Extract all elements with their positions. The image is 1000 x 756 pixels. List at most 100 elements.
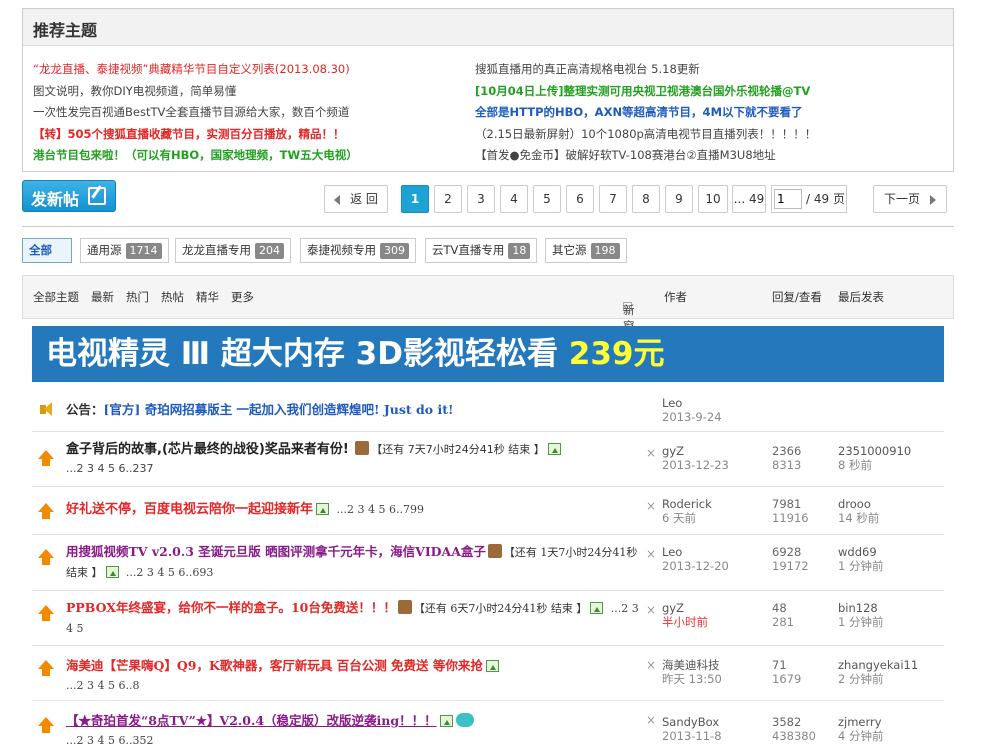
filter-hot-posts[interactable]: 热帖 <box>161 289 184 305</box>
recommended-link[interactable]: 港台节目包来啦！（可以有HBO，国家地理频，TW五大电视） <box>33 145 473 167</box>
last-author[interactable]: zhangyekai11 <box>838 658 918 672</box>
image-attachment-icon <box>105 566 119 578</box>
thread-title[interactable]: 【★奇珀首发“8点TV”★】V2.0.4（稳定版）改版逆袭ing！！！ ...2… <box>66 711 641 750</box>
recommended-link[interactable]: 【首发●免金币】破解好软TV-108赛港台②直播M3U8地址 <box>475 145 915 167</box>
thread-title[interactable]: PPBOX年终盛宴，给你不一样的盒子。10台免费送！！！ 【还有 6天7小时24分… <box>66 598 641 638</box>
thread-stats: 7981 11916 <box>772 497 809 525</box>
thread-title-text: 海美迪【芒果嗨Q】Q9，K歌神器，客厅新玩具 百台公测 免费送 等你来抢 <box>66 658 483 673</box>
tab-label: 泰捷视频专用 <box>307 243 376 257</box>
thread-pages[interactable]: ...2 3 4 5 6..693 <box>126 566 213 579</box>
last-time[interactable]: 2 分钟前 <box>838 672 918 686</box>
tab-general-source[interactable]: 通用源 1714 <box>80 238 169 263</box>
author-name[interactable]: gyZ <box>662 601 708 615</box>
page-link-2[interactable]: 2 <box>434 185 462 213</box>
filter-all-topics[interactable]: 全部主题 <box>33 289 79 305</box>
thread-author: Roderick 6 天前 <box>662 497 712 525</box>
tab-all[interactable]: 全部 <box>22 238 72 263</box>
last-author[interactable]: drooo <box>838 497 879 511</box>
thread-pages[interactable]: ...2 3 4 5 6..352 <box>66 734 153 747</box>
page-number-input[interactable] <box>774 189 802 209</box>
close-icon[interactable]: × <box>646 713 656 727</box>
back-button[interactable]: 返 回 <box>324 185 388 213</box>
table-row: 用搜狐视频TV v2.0.3 圣诞元旦版 晒图评测拿千元年卡，海信VIDAA盒子… <box>32 535 944 591</box>
filter-hot[interactable]: 热门 <box>126 289 149 305</box>
last-author[interactable]: 2351000910 <box>838 444 911 458</box>
author-time: 2013-9-24 <box>662 410 722 424</box>
tab-count: 204 <box>255 243 284 259</box>
thread-title[interactable]: 好礼送不停，百度电视云陪你一起迎接新年 ...2 3 4 5 6..799 <box>66 500 641 519</box>
table-row: 好礼送不停，百度电视云陪你一起迎接新年 ...2 3 4 5 6..799 × … <box>32 487 944 535</box>
page-link-9[interactable]: 9 <box>665 185 693 213</box>
last-author[interactable]: wdd69 <box>838 545 883 559</box>
thread-pages[interactable]: ...2 3 4 5 6..237 <box>66 462 153 475</box>
author-name[interactable]: Leo <box>662 396 722 410</box>
recommended-right-list: 搜狐直播用的真正高清规格电视台 5.18更新 [10月04日上传]整理实测可用央… <box>475 59 915 167</box>
recommended-link[interactable]: （2.15日最新屏射）10个1080p高清电视节目直播列表！！！！！ <box>475 124 915 146</box>
page-link-last[interactable]: ... 49 <box>732 185 766 213</box>
page-link-8[interactable]: 8 <box>632 185 660 213</box>
author-name[interactable]: gyZ <box>662 444 729 458</box>
page-jump: / 49 页 <box>771 185 847 213</box>
recommended-link[interactable]: [10月04日上传]整理实测可用央视卫视港澳台国外乐视轮播@TV <box>475 81 915 103</box>
page-link-3[interactable]: 3 <box>467 185 495 213</box>
recommended-link[interactable]: 搜狐直播用的真正高清规格电视台 5.18更新 <box>475 59 915 81</box>
filter-latest[interactable]: 最新 <box>91 289 114 305</box>
table-row: 盒子背后的故事,(芯片最终的战役)奖品来者有份! 【还有 7天7小时24分41秒… <box>32 432 944 487</box>
thread-title[interactable]: 用搜狐视频TV v2.0.3 圣诞元旦版 晒图评测拿千元年卡，海信VIDAA盒子… <box>66 542 641 582</box>
last-time[interactable]: 14 秒前 <box>838 511 879 525</box>
author-name[interactable]: Leo <box>662 545 729 559</box>
page-link-1[interactable]: 1 <box>401 185 429 213</box>
filter-digest[interactable]: 精华 <box>196 289 219 305</box>
last-time[interactable]: 1 分钟前 <box>838 559 883 573</box>
thread-title[interactable]: 盒子背后的故事,(芯片最终的战役)奖品来者有份! 【还有 7天7小时24分41秒… <box>66 440 641 478</box>
tab-label: 云TV直播专用 <box>432 243 505 257</box>
page-link-6[interactable]: 6 <box>566 185 594 213</box>
tab-cloud-tv[interactable]: 云TV直播专用 18 <box>425 238 538 263</box>
last-time[interactable]: 1 分钟前 <box>838 615 883 629</box>
page-link-4[interactable]: 4 <box>500 185 528 213</box>
close-icon[interactable]: × <box>646 499 656 513</box>
new-post-button[interactable]: 发新帖 <box>22 180 116 212</box>
thread-title[interactable]: 公告：[官方] 奇珀网招募版主 一起加入我们创造辉煌吧! Just do it! <box>66 400 641 419</box>
recommended-left-list: “龙龙直播、泰捷视频”典藏精华节目自定义列表(2013.08.30) 图文说明，… <box>33 59 473 167</box>
last-time[interactable]: 8 秒前 <box>838 458 911 472</box>
table-row: PPBOX年终盛宴，给你不一样的盒子。10台免费送！！！ 【还有 6天7小时24分… <box>32 591 944 646</box>
recommended-link[interactable]: 图文说明，教你DIY电视频道，简单易懂 <box>33 81 473 103</box>
view-count: 281 <box>772 615 794 629</box>
close-icon[interactable]: × <box>646 446 656 460</box>
reply-count: 2366 <box>772 444 802 458</box>
divider <box>22 226 954 227</box>
thread-pages[interactable]: ...2 3 4 5 6..8 <box>66 679 139 692</box>
new-badge-icon <box>455 713 474 727</box>
tab-taijie-video[interactable]: 泰捷视频专用 309 <box>300 238 416 263</box>
thread-stats: 6928 19172 <box>772 545 809 573</box>
hot-thread-icon <box>38 549 54 565</box>
hot-thread-icon <box>38 717 54 733</box>
filter-more[interactable]: 更多 <box>231 289 254 305</box>
thread-author: Leo 2013-9-24 <box>662 396 722 424</box>
page-link-10[interactable]: 10 <box>698 185 728 213</box>
thread-title[interactable]: 海美迪【芒果嗨Q】Q9，K歌神器，客厅新玩具 百台公测 免费送 等你来抢 ...… <box>66 656 641 695</box>
tab-longlong-live[interactable]: 龙龙直播专用 204 <box>175 238 291 263</box>
recommended-link[interactable]: 一次性发完百视通BestTV全套直播节目源给大家，数百个频道 <box>33 102 473 124</box>
close-icon[interactable]: × <box>646 603 656 617</box>
page-link-7[interactable]: 7 <box>599 185 627 213</box>
author-name[interactable]: 海美迪科技 <box>662 658 722 672</box>
recommended-link[interactable]: 【转】505个搜狐直播收藏节目，实测百分百播放，精品！！ <box>33 124 473 146</box>
author-time: 2013-12-20 <box>662 559 729 573</box>
page-link-5[interactable]: 5 <box>533 185 561 213</box>
recommended-link[interactable]: “龙龙直播、泰捷视频”典藏精华节目自定义列表(2013.08.30) <box>33 59 473 81</box>
ad-banner[interactable]: 电视精灵 Ⅲ 超大内存 3D影视轻松看 239元 <box>32 326 944 382</box>
thread-pages[interactable]: ...2 3 4 5 6..799 <box>337 503 424 516</box>
last-time[interactable]: 4 分钟前 <box>838 729 883 743</box>
close-icon[interactable]: × <box>646 658 656 672</box>
last-author[interactable]: zjmerry <box>838 715 883 729</box>
last-author[interactable]: bin128 <box>838 601 883 615</box>
next-page-button[interactable]: 下一页 <box>873 185 947 213</box>
recommended-link[interactable]: 全部是HTTP的HBO，AXN等超高清节目，4M以下就不要看了 <box>475 102 915 124</box>
column-last-post: 最后发表 <box>838 290 884 304</box>
close-icon[interactable]: × <box>646 547 656 561</box>
author-name[interactable]: SandyBox <box>662 715 722 729</box>
tab-other-source[interactable]: 其它源 198 <box>545 238 627 263</box>
author-name[interactable]: Roderick <box>662 497 712 511</box>
